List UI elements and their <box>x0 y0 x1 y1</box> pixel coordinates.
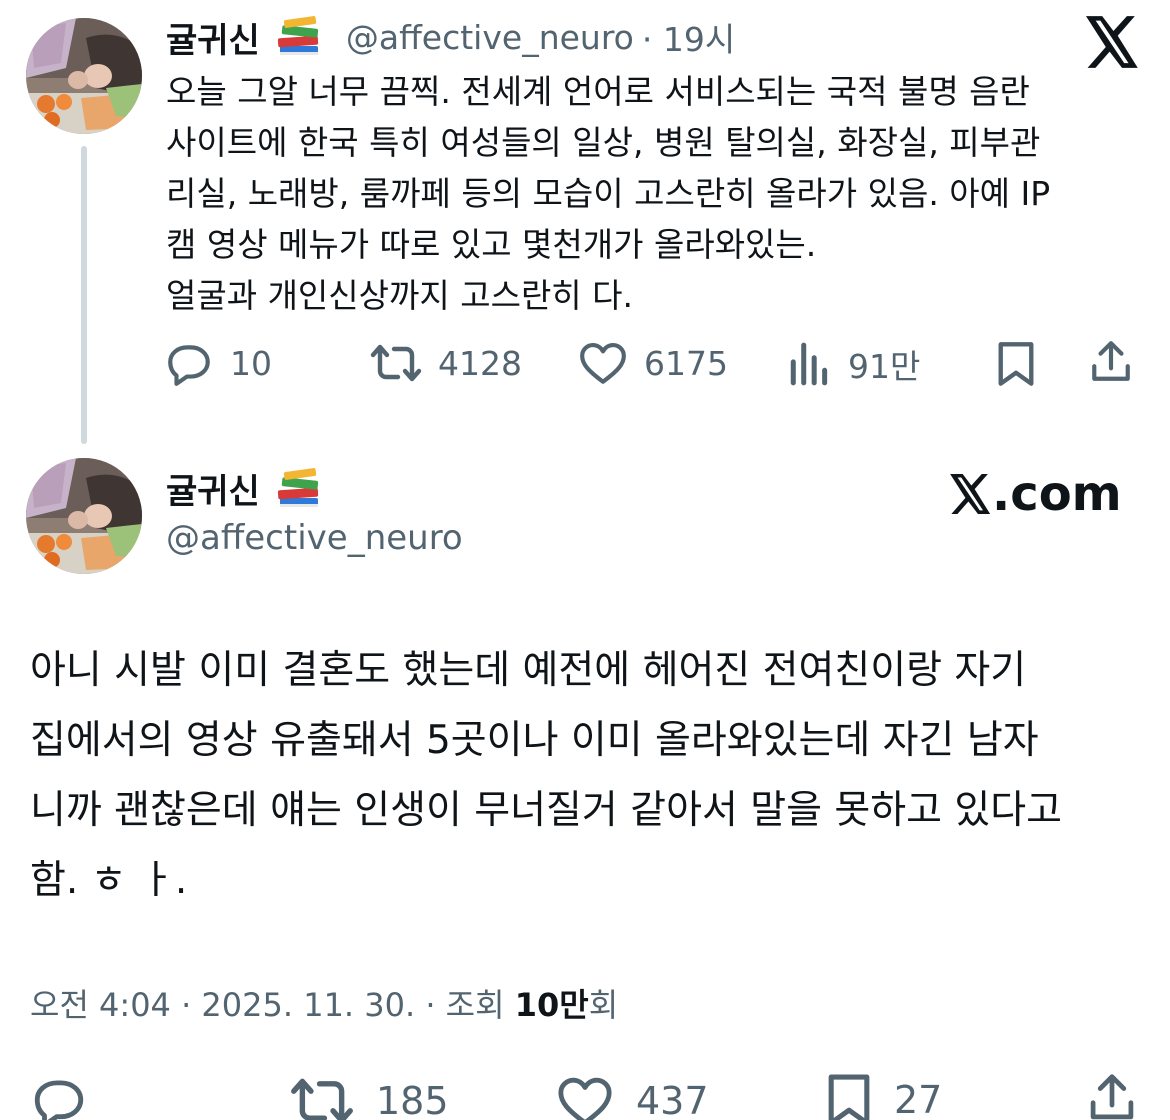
tweet-meta: 오전 4:04 · 2025. 11. 30. · 조회 10만회 <box>30 980 618 1026</box>
views-suffix: 회 <box>588 986 619 1024</box>
views-button[interactable]: 91만 <box>788 340 920 388</box>
repost-count: 185 <box>376 1079 449 1120</box>
tweet-actions: 185 437 27 <box>30 1068 1150 1120</box>
reply-button[interactable] <box>30 1074 88 1120</box>
tweet-text-line: 리실, 노래방, 룸까페 등의 모습이 고스란히 올라가 있음. 아예 IP <box>166 174 1051 213</box>
reply-icon <box>34 1080 84 1120</box>
repost-icon <box>291 1078 353 1120</box>
x-logo-icon <box>1086 16 1140 68</box>
tweet-text-line: 사이트에 한국 특히 여성들의 일상, 병원 탈의실, 화장실, 피부관 <box>166 123 1041 162</box>
bookmark-count: 27 <box>894 1078 943 1120</box>
reply-button[interactable]: 10 <box>164 340 272 386</box>
display-name[interactable]: 귤귀신 <box>166 13 260 62</box>
tweet-text-line: 집에서의 영상 유출돼서 5곳이나 이미 올라와있는데 자긴 남자 <box>30 718 1039 763</box>
like-button[interactable]: 437 <box>556 1074 709 1120</box>
repost-icon <box>370 344 422 382</box>
views-count: 91만 <box>848 347 921 386</box>
like-button[interactable]: 6175 <box>578 340 728 386</box>
tweet-text-line: 함. ㅎ ㅏ. <box>30 858 188 903</box>
repost-button[interactable]: 185 <box>290 1074 449 1120</box>
display-name[interactable]: 귤귀신 <box>166 464 260 513</box>
thread-connector <box>81 146 87 444</box>
views-icon <box>790 342 828 386</box>
share-icon <box>1092 341 1130 381</box>
brand-logo: .com <box>950 466 1122 522</box>
handle[interactable]: @affective_neuro <box>346 18 634 57</box>
tweet-text-line: 아니 시발 이미 결혼도 했는데 예전에 헤어진 전여친이랑 자기 <box>30 648 1027 693</box>
timestamp[interactable]: · 19시 <box>642 13 735 61</box>
like-count: 437 <box>636 1079 709 1120</box>
share-button[interactable] <box>1088 338 1134 386</box>
brand-domain: .com <box>992 466 1122 522</box>
books-emoji-icon <box>276 467 322 510</box>
timestamp[interactable]: 오전 4:04 · 2025. 11. 30. · 조회 <box>30 986 515 1024</box>
repost-button[interactable]: 4128 <box>370 340 522 386</box>
views-count: 10만 <box>514 986 589 1024</box>
handle[interactable]: @affective_neuro <box>166 518 463 558</box>
heart-icon <box>558 1077 612 1120</box>
heart-icon <box>580 343 626 384</box>
reply-count: 10 <box>230 343 272 383</box>
tweet-text-line: 얼굴과 개인신상까지 고스란히 다. <box>166 276 633 315</box>
like-count: 6175 <box>644 343 728 383</box>
tweet-header: 귤귀신 @affective_neuro · 19시 <box>166 12 735 62</box>
reply-icon <box>168 345 210 386</box>
tweet-text-line: 니까 괜찮은데 얘는 인생이 무너질거 같아서 말을 못하고 있다고 <box>30 788 1063 833</box>
avatar[interactable] <box>26 458 142 574</box>
bookmark-icon <box>998 342 1034 386</box>
tweet-text-line: 캠 영상 메뉴가 따로 있고 몇천개가 올라와있는. <box>166 225 817 264</box>
books-emoji-icon <box>276 16 322 58</box>
bookmark-icon <box>828 1074 870 1120</box>
tweet-text: 오늘 그알 너무 끔찍. 전세계 언어로 서비스되는 국적 불명 음란 사이트에… <box>166 66 1156 321</box>
bookmark-button[interactable]: 27 <box>826 1072 942 1120</box>
tweet-text-line: 오늘 그알 너무 끔찍. 전세계 언어로 서비스되는 국적 불명 음란 <box>166 72 1030 111</box>
tweet-actions: 10 4128 6175 91만 <box>164 336 1144 392</box>
bookmark-button[interactable] <box>996 340 1036 388</box>
share-button[interactable] <box>1086 1070 1138 1120</box>
avatar[interactable] <box>26 18 142 134</box>
repost-count: 4128 <box>438 343 522 383</box>
x-logo-icon <box>950 474 991 514</box>
tweet-text: 아니 시발 이미 결혼도 했는데 예전에 헤어진 전여친이랑 자기 집에서의 영… <box>30 636 1150 916</box>
share-icon <box>1090 1074 1134 1120</box>
tweet-header: 귤귀신 <box>166 464 322 513</box>
